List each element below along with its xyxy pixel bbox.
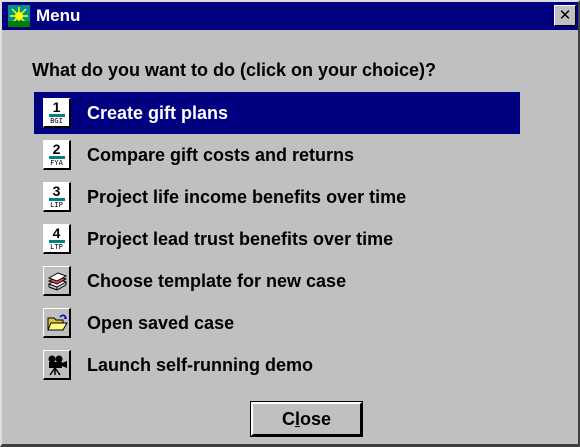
- icon-code: LIP: [50, 200, 63, 209]
- menu-item-open-saved-case[interactable]: Open saved case: [34, 302, 520, 344]
- plan-2-fya-icon: 2 FYA: [43, 140, 71, 170]
- menu-list: 1 BGI Create gift plans 2 FYA Compare gi…: [34, 92, 520, 386]
- menu-item-compare-gift-costs[interactable]: 2 FYA Compare gift costs and returns: [34, 134, 520, 176]
- title-bar: Menu ✕: [2, 2, 578, 30]
- plan-4-ltp-icon: 4 LTP: [43, 224, 71, 254]
- menu-item-label: Create gift plans: [87, 102, 229, 123]
- menu-prompt: What do you want to do (click on your ch…: [32, 60, 437, 80]
- icon-code: LTP: [50, 242, 63, 251]
- menu-item-label: Launch self-running demo: [87, 354, 314, 375]
- menu-item-label: Choose template for new case: [87, 270, 347, 291]
- icon-number: 3: [48, 184, 65, 201]
- menu-item-launch-demo[interactable]: Launch self-running demo: [34, 344, 520, 386]
- movie-camera-icon: [43, 350, 71, 380]
- close-label-part: C: [281, 408, 295, 429]
- menu-item-label: Open saved case: [87, 312, 235, 333]
- icon-code: BGI: [50, 116, 63, 125]
- plan-1-bgi-icon: 1 BGI: [43, 98, 71, 128]
- window-title: Menu: [36, 6, 81, 25]
- app-icon: [8, 5, 30, 27]
- menu-item-project-life-income[interactable]: 3 LIP Project life income benefits over …: [34, 176, 520, 218]
- icon-number: 4: [48, 226, 65, 243]
- window-close-button[interactable]: ✕: [554, 5, 576, 26]
- icon-number: 1: [48, 100, 65, 117]
- close-button[interactable]: Close: [250, 401, 363, 437]
- close-icon: ✕: [558, 7, 572, 24]
- menu-item-project-lead-trust[interactable]: 4 LTP Project lead trust benefits over t…: [34, 218, 520, 260]
- menu-item-label: Compare gift costs and returns: [87, 144, 355, 165]
- menu-item-create-gift-plans[interactable]: 1 BGI Create gift plans: [34, 92, 520, 134]
- template-stack-icon: [43, 266, 71, 296]
- plan-3-lip-icon: 3 LIP: [43, 182, 71, 212]
- menu-item-label: Project lead trust benefits over time: [87, 228, 394, 249]
- icon-code: FYA: [50, 158, 63, 167]
- folder-open-icon: [43, 308, 71, 338]
- close-label-part: ose: [299, 408, 332, 429]
- menu-dialog: Menu ✕ What do you want to do (click on …: [0, 0, 580, 447]
- menu-item-choose-template[interactable]: Choose template for new case: [34, 260, 520, 302]
- menu-item-label: Project life income benefits over time: [87, 186, 407, 207]
- icon-number: 2: [48, 142, 65, 159]
